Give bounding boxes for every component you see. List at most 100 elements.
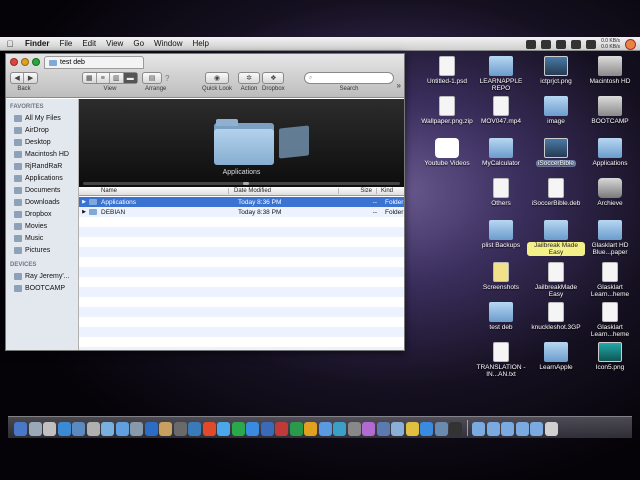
column-header-kind[interactable]: Kind: [377, 188, 404, 194]
dropbox-icon[interactable]: ❖: [263, 73, 283, 83]
launchpad-dock-icon[interactable]: [28, 422, 42, 436]
table-row[interactable]: ▶ DEBIAN Today 8:38 PM -- Folder: [79, 207, 404, 217]
spotlight-icon[interactable]: [625, 38, 636, 50]
skype-dock-icon[interactable]: [333, 422, 346, 436]
twitter-dock-icon[interactable]: [217, 422, 230, 436]
mail-dock-icon[interactable]: [72, 422, 85, 436]
desktop-icon-item[interactable]: Glasklart HD Blue...paper: [581, 220, 639, 256]
sidebar-item-dropbox[interactable]: Dropbox: [6, 208, 78, 220]
sidebar-item-pictures[interactable]: Pictures: [6, 244, 78, 256]
desktop-icon-item[interactable]: MOV047.mp4: [472, 96, 530, 125]
desktop-icon-item[interactable]: test deb: [472, 302, 530, 331]
desktop-icon-item[interactable]: MyCalculator: [472, 138, 530, 167]
sidebar-item-downloads[interactable]: Downloads: [6, 196, 78, 208]
sidebar-item-movies[interactable]: Movies: [6, 220, 78, 232]
column-header-size[interactable]: Size: [339, 188, 377, 194]
screen-dock-icon[interactable]: [376, 422, 390, 436]
arrange-icon[interactable]: ▤: [143, 73, 161, 83]
eye-icon[interactable]: ◉: [206, 73, 228, 83]
facetime-dock-icon[interactable]: [115, 422, 129, 436]
apple-menu-icon[interactable]: : [0, 39, 20, 49]
adium-dock-icon[interactable]: [405, 422, 419, 436]
desktop-icon-item[interactable]: Wallpaper.png.zip: [418, 96, 476, 125]
trash-icon[interactable]: [544, 422, 558, 436]
evernote-dock-icon[interactable]: [231, 422, 245, 436]
desktop-icon-item[interactable]: Applications: [581, 138, 639, 167]
desktop-icon-item[interactable]: image: [527, 96, 585, 125]
minimize-button[interactable]: [21, 58, 29, 66]
imovie-dock-icon[interactable]: [391, 422, 404, 436]
coverflow-view-icon[interactable]: ▬: [123, 73, 138, 83]
desktop-icon-item[interactable]: plist Backups: [472, 220, 530, 249]
menu-edit[interactable]: Edit: [77, 39, 101, 48]
utility-dock-icon[interactable]: [159, 422, 172, 436]
app-store-dock-icon[interactable]: [144, 422, 158, 436]
zoom-button[interactable]: [32, 58, 40, 66]
menu-go[interactable]: Go: [128, 39, 149, 48]
desktop-icon-item[interactable]: Untitled-1.psd: [418, 56, 476, 85]
documents-stack-icon[interactable]: [486, 422, 500, 436]
menu-finder[interactable]: Finder: [20, 39, 54, 48]
downloads-stack-icon[interactable]: [501, 422, 514, 436]
network-monitor[interactable]: 0.0 KB/s 0.0 KB/s: [601, 38, 620, 50]
finder-dock-icon[interactable]: [14, 422, 27, 436]
battery-icon[interactable]: [586, 39, 597, 49]
xcode-dock-icon[interactable]: [173, 422, 187, 436]
cover-flow-scrollbar[interactable]: [83, 182, 400, 185]
word-dock-icon[interactable]: [260, 422, 274, 436]
menu-file[interactable]: File: [54, 39, 77, 48]
bluetooth-icon[interactable]: [541, 39, 552, 49]
dropbox-status-icon[interactable]: [526, 39, 537, 49]
communicator-dock-icon[interactable]: [318, 422, 332, 436]
help-icon[interactable]: ?: [165, 74, 169, 83]
messages-dock-icon[interactable]: [101, 422, 114, 436]
sidebar-item-applications[interactable]: Applications: [6, 172, 78, 184]
applications-folder-preview[interactable]: [214, 119, 274, 165]
preview-dock-icon[interactable]: [86, 422, 100, 436]
list-view-icon[interactable]: ≡: [97, 73, 111, 83]
column-view-icon[interactable]: ▥: [110, 73, 124, 83]
column-header-name[interactable]: Name: [79, 188, 229, 194]
desktop-icon-item[interactable]: Youtube Videos: [418, 138, 476, 167]
desktop-icon-item[interactable]: iSoccerBible.deb: [527, 178, 585, 207]
icon-view-icon[interactable]: ▦: [83, 73, 97, 83]
cover-flow-pane[interactable]: Applications: [79, 99, 404, 187]
sidebar-item-documents[interactable]: Documents: [6, 184, 78, 196]
desktop-icon-item[interactable]: ictprjct.png: [527, 56, 585, 85]
powerpoint-dock-icon[interactable]: [275, 422, 288, 436]
desktop-icon-item[interactable]: Icon5.png: [581, 342, 639, 371]
itunes-dock-icon[interactable]: [362, 422, 375, 436]
excel-dock-icon[interactable]: [289, 422, 303, 436]
desktop-icon-item[interactable]: JailbreakMade Easy: [527, 262, 585, 298]
terminal-dock-icon[interactable]: [449, 422, 462, 436]
desktop-icon-item[interactable]: Screenshots: [472, 262, 530, 291]
toolbar-overflow-button[interactable]: »: [397, 81, 401, 90]
desktop-icon-item[interactable]: BOOTCAMP: [581, 96, 639, 125]
disclosure-triangle-icon[interactable]: ▶: [79, 199, 89, 205]
disclosure-triangle-icon[interactable]: ▶: [79, 209, 89, 215]
menu-window[interactable]: Window: [149, 39, 187, 48]
utility2-dock-icon[interactable]: [347, 422, 361, 436]
sidebar-item-desktop[interactable]: Desktop: [6, 136, 78, 148]
desktop-icon-item[interactable]: Jailbreak Made Easy: [527, 220, 585, 256]
desktop-icon-item[interactable]: knuckleshot.3GP: [527, 302, 585, 331]
desktop-icon-item[interactable]: TRANSLATION - IN...AN.txt: [472, 342, 530, 378]
dropbox-dock-icon[interactable]: [420, 422, 433, 436]
tab-test-deb[interactable]: test deb: [44, 56, 144, 69]
calendar-dock-icon[interactable]: [130, 422, 143, 436]
folder2-stack-icon[interactable]: [530, 422, 543, 436]
volume-icon[interactable]: [571, 39, 582, 49]
column-header-date[interactable]: Date Modified: [229, 188, 339, 194]
folder-stack-icon[interactable]: [515, 422, 529, 436]
app2-dock-icon[interactable]: [434, 422, 448, 436]
desktop-icon-item[interactable]: Others: [472, 178, 530, 207]
search-input[interactable]: ⌕: [304, 72, 394, 84]
applications-stack-icon[interactable]: [472, 422, 485, 436]
sidebar-item-airdrop[interactable]: AirDrop: [6, 124, 78, 136]
desktop-icon-item[interactable]: Macintosh HD: [581, 56, 639, 85]
sidebar-item-bootcamp[interactable]: BOOTCAMP: [6, 282, 78, 294]
sidebar-item-macintosh-hd[interactable]: Macintosh HD: [6, 148, 78, 160]
sidebar-item-rjrandrar[interactable]: RjRandRaR: [6, 160, 78, 172]
desktop-icon-item[interactable]: Glasklart Learn...heme: [581, 262, 639, 298]
photoshop-dock-icon[interactable]: [188, 422, 201, 436]
